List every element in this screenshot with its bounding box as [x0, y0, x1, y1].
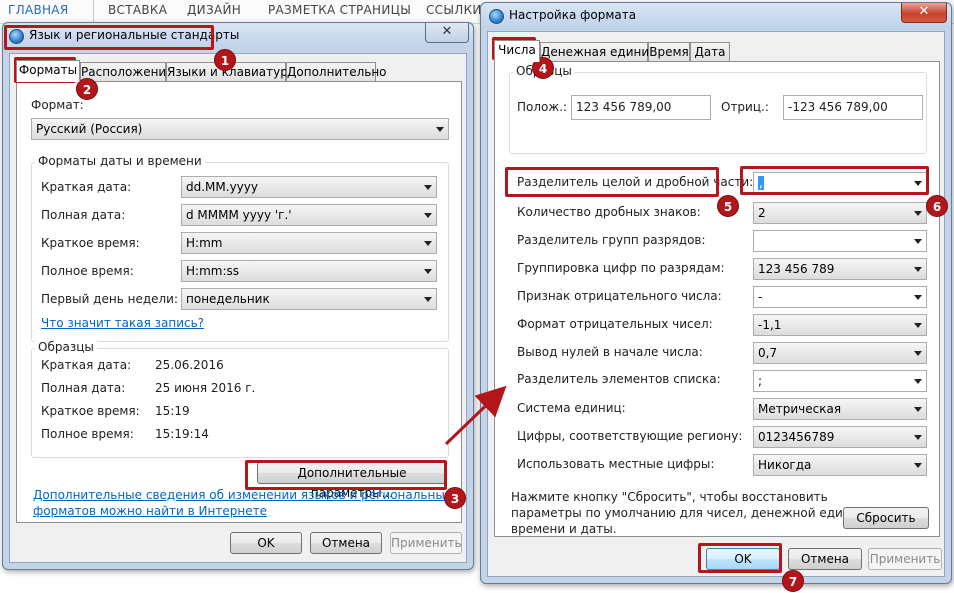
tab-numbers[interactable]: Числа	[494, 40, 540, 62]
tab-formats[interactable]: Форматы	[16, 60, 80, 82]
arrow-annotation	[444, 385, 507, 446]
arrow-icon	[444, 385, 507, 446]
